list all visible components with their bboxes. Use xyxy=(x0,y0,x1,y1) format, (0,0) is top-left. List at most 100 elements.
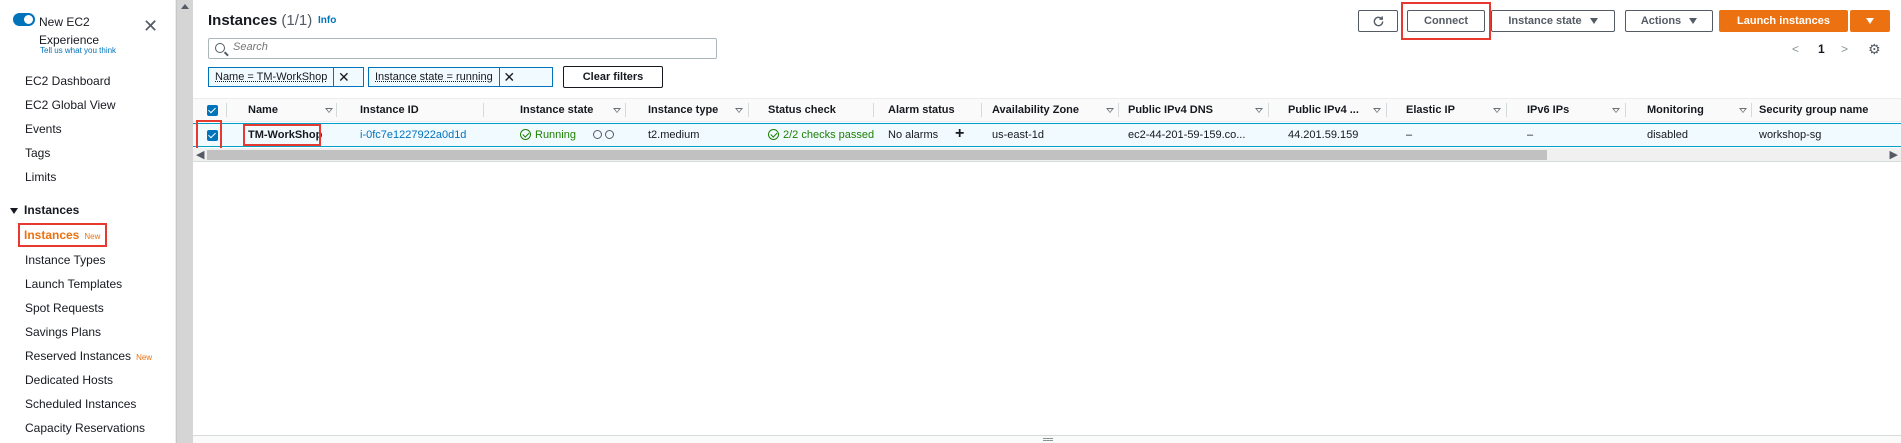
column-alarm-status[interactable]: Alarm status xyxy=(888,104,955,116)
search-icon xyxy=(215,43,225,53)
sort-icon[interactable] xyxy=(1255,108,1263,113)
feedback-link[interactable]: Tell us what you think xyxy=(40,46,116,55)
sidebar-item-label: Reserved Instances xyxy=(25,349,132,363)
sort-icon[interactable] xyxy=(735,108,743,113)
scroll-right-icon[interactable]: ▶ xyxy=(1890,148,1898,161)
scroll-up-icon[interactable] xyxy=(181,4,189,9)
caret-down-icon xyxy=(1589,18,1598,24)
sort-icon[interactable] xyxy=(1612,108,1620,113)
sidebar-item-dedicated-hosts[interactable]: Dedicated Hosts xyxy=(25,373,113,387)
column-public-dns[interactable]: Public IPv4 DNS xyxy=(1128,104,1213,116)
sort-icon[interactable] xyxy=(613,108,621,113)
table-row[interactable]: TM-WorkShop i-0fc7e1227922a0d1d Running … xyxy=(193,123,1901,147)
instance-state-text: Running xyxy=(535,129,576,141)
remove-filter-icon[interactable]: ✕ xyxy=(498,68,519,86)
sidebar-item-launch-templates[interactable]: Launch Templates xyxy=(25,277,122,291)
sort-icon[interactable] xyxy=(1373,108,1381,113)
column-name[interactable]: Name xyxy=(248,104,278,116)
sidebar-scrollbar[interactable] xyxy=(176,0,193,443)
column-monitoring[interactable]: Monitoring xyxy=(1647,104,1704,116)
add-alarm-icon[interactable]: + xyxy=(955,125,964,143)
cell-monitoring: disabled xyxy=(1647,129,1688,141)
sidebar: New EC2 Experience Tell us what you thin… xyxy=(0,0,176,443)
sidebar-item-events[interactable]: Events xyxy=(25,122,62,136)
launch-instances-button[interactable]: Launch instances xyxy=(1719,10,1848,32)
sidebar-item-global-view[interactable]: EC2 Global View xyxy=(25,98,116,112)
new-experience-toggle[interactable] xyxy=(13,13,35,26)
sort-icon[interactable] xyxy=(325,108,333,113)
close-icon[interactable]: ✕ xyxy=(143,17,158,35)
clear-filters-button[interactable]: Clear filters xyxy=(563,66,663,88)
page-title: Instances (1/1) xyxy=(208,12,312,29)
scroll-thumb[interactable] xyxy=(207,150,1547,160)
sidebar-item-ec2-dashboard[interactable]: EC2 Dashboard xyxy=(25,74,110,88)
cell-ipv6: – xyxy=(1527,129,1534,141)
sidebar-item-capacity-reservations[interactable]: Capacity Reservations xyxy=(25,421,145,435)
cell-status-check: 2/2 checks passed xyxy=(768,129,874,141)
new-badge: New xyxy=(84,232,101,241)
sidebar-item-instance-types[interactable]: Instance Types xyxy=(25,253,106,267)
actions-label: Actions xyxy=(1640,15,1682,27)
column-public-ipv4[interactable]: Public IPv4 ... xyxy=(1288,104,1359,116)
column-elastic-ip[interactable]: Elastic IP xyxy=(1406,104,1455,116)
sort-icon[interactable] xyxy=(1493,108,1501,113)
next-page-button[interactable]: > xyxy=(1841,42,1848,56)
column-status-check[interactable]: Status check xyxy=(768,104,836,116)
sidebar-item-reserved-instances[interactable]: Reserved Instances New xyxy=(25,349,152,363)
filter-token-state: Instance state = running ✕ xyxy=(368,67,553,87)
drag-handle-icon[interactable] xyxy=(1043,438,1053,441)
filter-token-text[interactable]: Instance state = running xyxy=(369,71,499,83)
prev-page-button[interactable]: < xyxy=(1792,42,1799,56)
cell-instance-id[interactable]: i-0fc7e1227922a0d1d xyxy=(360,129,466,141)
status-check-text: 2/2 checks passed xyxy=(783,129,875,141)
info-link[interactable]: Info xyxy=(318,15,336,26)
select-all-checkbox[interactable] xyxy=(207,105,218,116)
table-header: Name Instance ID Instance state Instance… xyxy=(193,98,1901,122)
sort-icon[interactable] xyxy=(1739,108,1747,113)
search-input[interactable] xyxy=(233,41,703,53)
column-availability-zone[interactable]: Availability Zone xyxy=(992,104,1079,116)
current-page[interactable]: 1 xyxy=(1818,42,1825,56)
cell-security-group: workshop-sg xyxy=(1759,129,1822,141)
sidebar-section-label: Instances xyxy=(24,203,80,217)
instance-state-dropdown[interactable]: Instance state xyxy=(1491,10,1615,32)
caret-down-icon xyxy=(1866,18,1874,24)
split-panel-handle[interactable] xyxy=(193,435,1901,443)
sidebar-item-limits[interactable]: Limits xyxy=(25,170,56,184)
zoom-out-icon[interactable] xyxy=(605,130,615,139)
gear-icon[interactable]: ⚙ xyxy=(1868,41,1881,58)
cell-elastic-ip: – xyxy=(1406,129,1413,141)
sidebar-item-tags[interactable]: Tags xyxy=(25,146,50,160)
sidebar-item-scheduled-instances[interactable]: Scheduled Instances xyxy=(25,397,136,411)
launch-options-dropdown[interactable] xyxy=(1850,10,1890,32)
cell-public-dns: ec2-44-201-59-159.co... xyxy=(1128,129,1246,141)
scroll-left-icon[interactable]: ◀ xyxy=(196,148,204,161)
cell-public-ipv4: 44.201.59.159 xyxy=(1288,129,1359,141)
zoom-in-icon[interactable] xyxy=(593,130,603,139)
horizontal-scrollbar[interactable]: ◀ ▶ xyxy=(193,148,1901,162)
actions-dropdown[interactable]: Actions xyxy=(1625,10,1713,32)
column-security-group[interactable]: Security group name xyxy=(1759,104,1868,116)
check-circle-icon xyxy=(768,129,779,140)
cell-alarm-status: No alarms xyxy=(888,129,939,141)
filter-token-text[interactable]: Name = TM-WorkShop xyxy=(209,71,333,83)
sidebar-item-spot-requests[interactable]: Spot Requests xyxy=(25,301,104,315)
caret-down-icon xyxy=(1689,18,1698,24)
cell-availability-zone: us-east-1d xyxy=(992,129,1044,141)
refresh-button[interactable] xyxy=(1358,10,1398,32)
sidebar-section-instances[interactable]: Instances xyxy=(10,203,79,217)
refresh-icon xyxy=(1373,15,1383,26)
remove-filter-icon[interactable]: ✕ xyxy=(333,68,353,86)
sort-icon[interactable] xyxy=(1106,108,1114,113)
search-box[interactable] xyxy=(208,38,717,59)
new-badge: New xyxy=(136,353,153,362)
column-instance-id[interactable]: Instance ID xyxy=(360,104,419,116)
sidebar-item-label: Instances xyxy=(24,228,80,242)
sidebar-item-instances[interactable]: Instances New xyxy=(18,223,107,247)
column-ipv6[interactable]: IPv6 IPs xyxy=(1527,104,1569,116)
caret-down-icon xyxy=(10,207,18,214)
filter-token-name: Name = TM-WorkShop ✕ xyxy=(208,67,364,87)
column-instance-type[interactable]: Instance type xyxy=(648,104,718,116)
column-instance-state[interactable]: Instance state xyxy=(520,104,593,116)
sidebar-item-savings-plans[interactable]: Savings Plans xyxy=(25,325,101,339)
